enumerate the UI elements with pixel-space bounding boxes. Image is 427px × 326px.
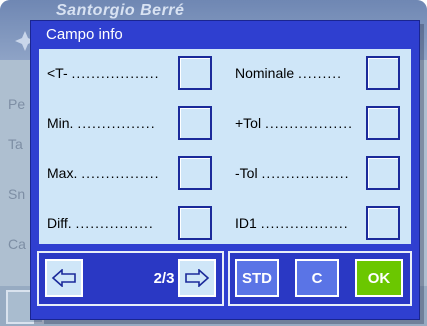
previous-page-button[interactable] [45, 259, 83, 297]
field-label: Diff. ................ [47, 215, 154, 231]
field-label: Nominale ......... [235, 65, 343, 81]
ok-button[interactable]: OK [355, 259, 403, 297]
background-side-label: Sn [8, 186, 26, 202]
field-list: <T- .................. Min. ............… [39, 49, 411, 244]
background-title: Santorgio Berré [56, 2, 185, 19]
next-page-button[interactable] [178, 259, 216, 297]
info-field-dialog: Campo info <T- .................. Min. .… [30, 20, 420, 320]
checkbox-minus-tol[interactable] [366, 156, 400, 190]
field-label: Max. ................ [47, 165, 160, 181]
field-label: <T- .................. [47, 65, 160, 81]
arrow-right-icon [185, 269, 210, 287]
checkbox-nominal[interactable] [366, 56, 400, 90]
checkbox-plus-tol[interactable] [366, 106, 400, 140]
background-side-label: Pe [8, 96, 26, 112]
checkbox-diff[interactable] [178, 206, 212, 240]
checkbox-max[interactable] [178, 156, 212, 190]
checkbox-tare-minus[interactable] [178, 56, 212, 90]
checkbox-min[interactable] [178, 106, 212, 140]
background-side-label: Ca [8, 236, 26, 252]
checkbox-id1[interactable] [366, 206, 400, 240]
field-label: Min. ................ [47, 115, 156, 131]
clear-button[interactable]: C [295, 259, 339, 297]
field-label: -Tol .................. [235, 165, 350, 181]
arrow-left-icon [51, 269, 76, 287]
field-label: +Tol .................. [235, 115, 353, 131]
field-label: ID1 .................. [235, 215, 349, 231]
dialog-title: Campo info [46, 26, 123, 43]
background-side-label: Ta [8, 136, 23, 152]
std-button[interactable]: STD [235, 259, 279, 297]
